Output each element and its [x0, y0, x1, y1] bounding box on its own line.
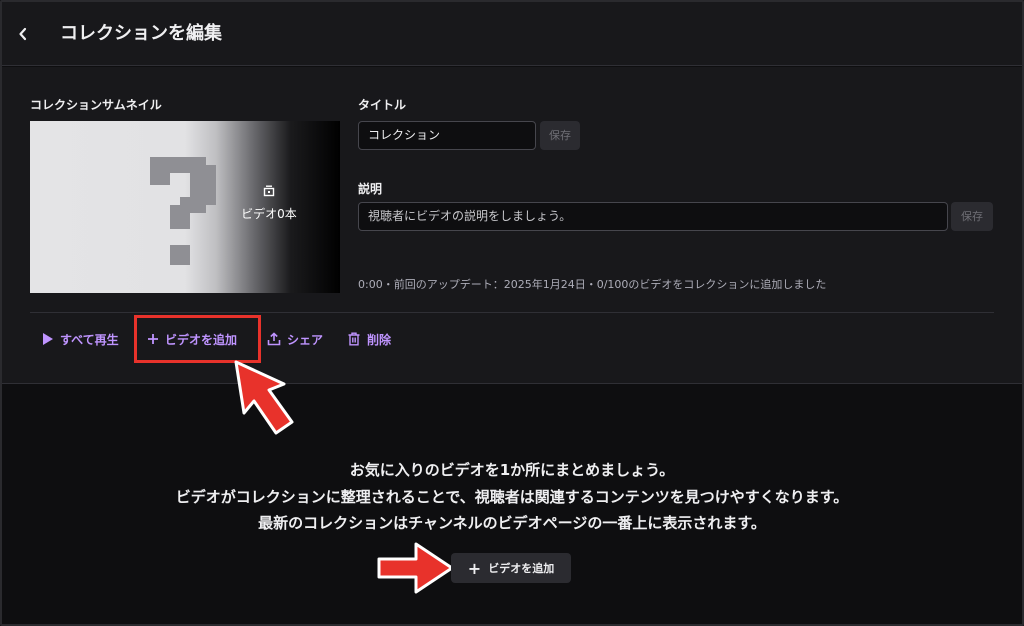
- plus-icon: +: [467, 558, 482, 578]
- title-save-button[interactable]: 保存: [540, 121, 580, 150]
- share-button[interactable]: シェア: [267, 329, 323, 349]
- description-input[interactable]: 視聴者にビデオの説明をしましょう。: [358, 202, 948, 231]
- video-count-label: ビデオ0本: [241, 207, 297, 221]
- title-input[interactable]: コレクション: [358, 121, 536, 150]
- title-label: タイトル: [358, 98, 407, 112]
- empty-state-line-1: お気に入りのビデオを1か所にまとめましょう。: [349, 461, 675, 479]
- annotation-arrow-up-icon: [234, 360, 294, 435]
- video-count: ビデオ0本: [232, 185, 306, 222]
- trash-icon: [348, 332, 360, 346]
- collection-thumbnail[interactable]: ビデオ0本: [30, 121, 340, 293]
- delete-button[interactable]: 削除: [347, 329, 391, 349]
- stack-icon: [263, 185, 275, 197]
- play-all-button[interactable]: すべて再生: [42, 329, 119, 349]
- empty-state-line-2: ビデオがコレクションに整理されることで、視聴者は関連するコンテンツを見つけやすく…: [175, 488, 849, 506]
- description-save-button[interactable]: 保存: [951, 202, 993, 231]
- share-label: シェア: [287, 332, 324, 347]
- collection-meta: 0:00・前回のアップデート：2025年1月24日・0/100のビデオをコレクシ…: [358, 278, 827, 291]
- annotation-arrow-right-icon: [377, 542, 454, 594]
- play-all-label: すべて再生: [60, 332, 119, 347]
- share-icon: [267, 332, 281, 346]
- add-video-button[interactable]: + ビデオを追加: [451, 553, 571, 583]
- annotation-highlight-box: [134, 315, 261, 363]
- delete-label: 削除: [367, 332, 392, 347]
- empty-state-line-3: 最新のコレクションはチャンネルのビデオページの一番上に表示されます。: [258, 514, 766, 532]
- header-bar: コレクションを編集: [2, 2, 1022, 66]
- description-label: 説明: [358, 182, 383, 196]
- add-video-button-label: ビデオを追加: [488, 562, 555, 575]
- chevron-left-icon: [19, 27, 27, 41]
- play-icon: [43, 333, 53, 345]
- page-title: コレクションを編集: [60, 23, 222, 44]
- question-mark-icon: [150, 157, 216, 265]
- thumbnail-label: コレクションサムネイル: [30, 98, 162, 112]
- back-button[interactable]: [12, 22, 34, 46]
- divider: [30, 312, 994, 313]
